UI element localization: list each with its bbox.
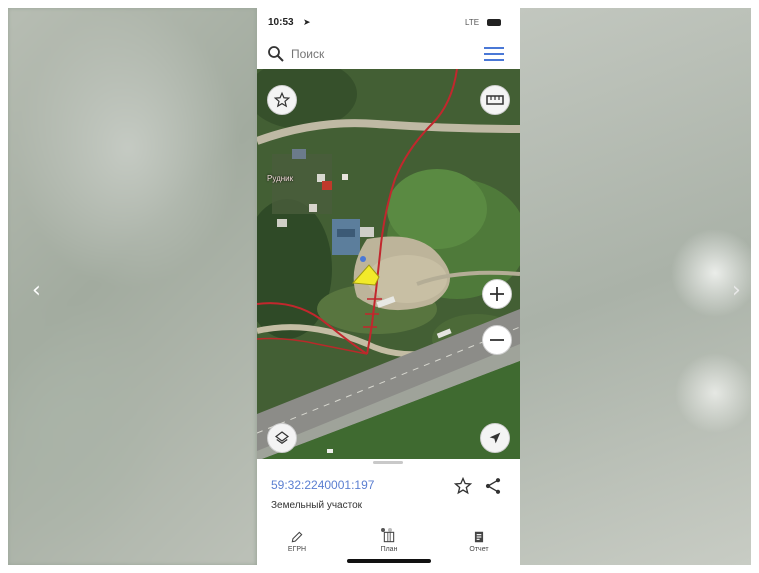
tab-label: Отчет — [469, 546, 489, 553]
location-arrow-icon: ➤ — [303, 17, 311, 27]
parcel-type: Земельный участок — [271, 500, 363, 511]
screenshot-frame: ‹ › 10:53 ➤ LTE Поиск Рудник 59:32:22400… — [8, 8, 751, 565]
ruler-icon — [486, 95, 504, 105]
blurred-background-right — [520, 8, 751, 565]
home-indicator[interactable] — [347, 559, 431, 563]
location-arrow-icon — [489, 432, 501, 444]
tab-report[interactable]: Отчет — [449, 530, 509, 553]
pencil-icon — [291, 531, 303, 543]
plus-icon — [490, 287, 504, 301]
zoom-out-button[interactable] — [482, 325, 512, 355]
hamburger-menu-icon[interactable] — [484, 46, 504, 62]
star-outline-icon[interactable] — [453, 476, 473, 496]
search-input[interactable] — [291, 47, 451, 61]
map-plan-icon — [383, 531, 395, 543]
ruler-button[interactable] — [480, 85, 510, 115]
sheet-drag-handle[interactable] — [373, 461, 403, 464]
next-arrow-icon[interactable]: › — [732, 280, 741, 302]
previous-arrow-icon[interactable]: ‹ — [32, 280, 41, 302]
parcel-info-sheet: 59:32:2240001:197 Земельный участок ЕГРН… — [257, 466, 520, 565]
status-time: 10:53 — [268, 17, 294, 28]
tab-plan[interactable]: План — [359, 530, 419, 553]
search-bar — [257, 40, 520, 68]
layers-icon — [275, 431, 289, 444]
network-label: LTE — [465, 18, 480, 27]
search-icon[interactable] — [267, 45, 285, 63]
battery-icon — [487, 19, 501, 26]
map-imagery — [257, 69, 520, 459]
report-icon — [474, 531, 484, 543]
star-outline-icon — [273, 91, 291, 108]
cadastral-number[interactable]: 59:32:2240001:197 — [271, 478, 374, 492]
tab-label: План — [380, 546, 398, 553]
tab-egrn[interactable]: ЕГРН — [267, 530, 327, 553]
satellite-map[interactable]: Рудник — [257, 69, 520, 459]
zoom-in-button[interactable] — [482, 279, 512, 309]
phone-screen: 10:53 ➤ LTE Поиск Рудник 59:32:2240001:1… — [257, 8, 520, 565]
status-bar: 10:53 ➤ LTE — [257, 8, 520, 38]
blurred-background-left — [8, 8, 256, 565]
minus-icon — [490, 339, 504, 341]
layers-button[interactable] — [267, 423, 297, 453]
my-location-button[interactable] — [480, 423, 510, 453]
tab-label: ЕГРН — [287, 546, 307, 553]
share-icon[interactable] — [483, 476, 503, 496]
favorite-button[interactable] — [267, 85, 297, 115]
map-place-label: Рудник — [267, 174, 294, 183]
